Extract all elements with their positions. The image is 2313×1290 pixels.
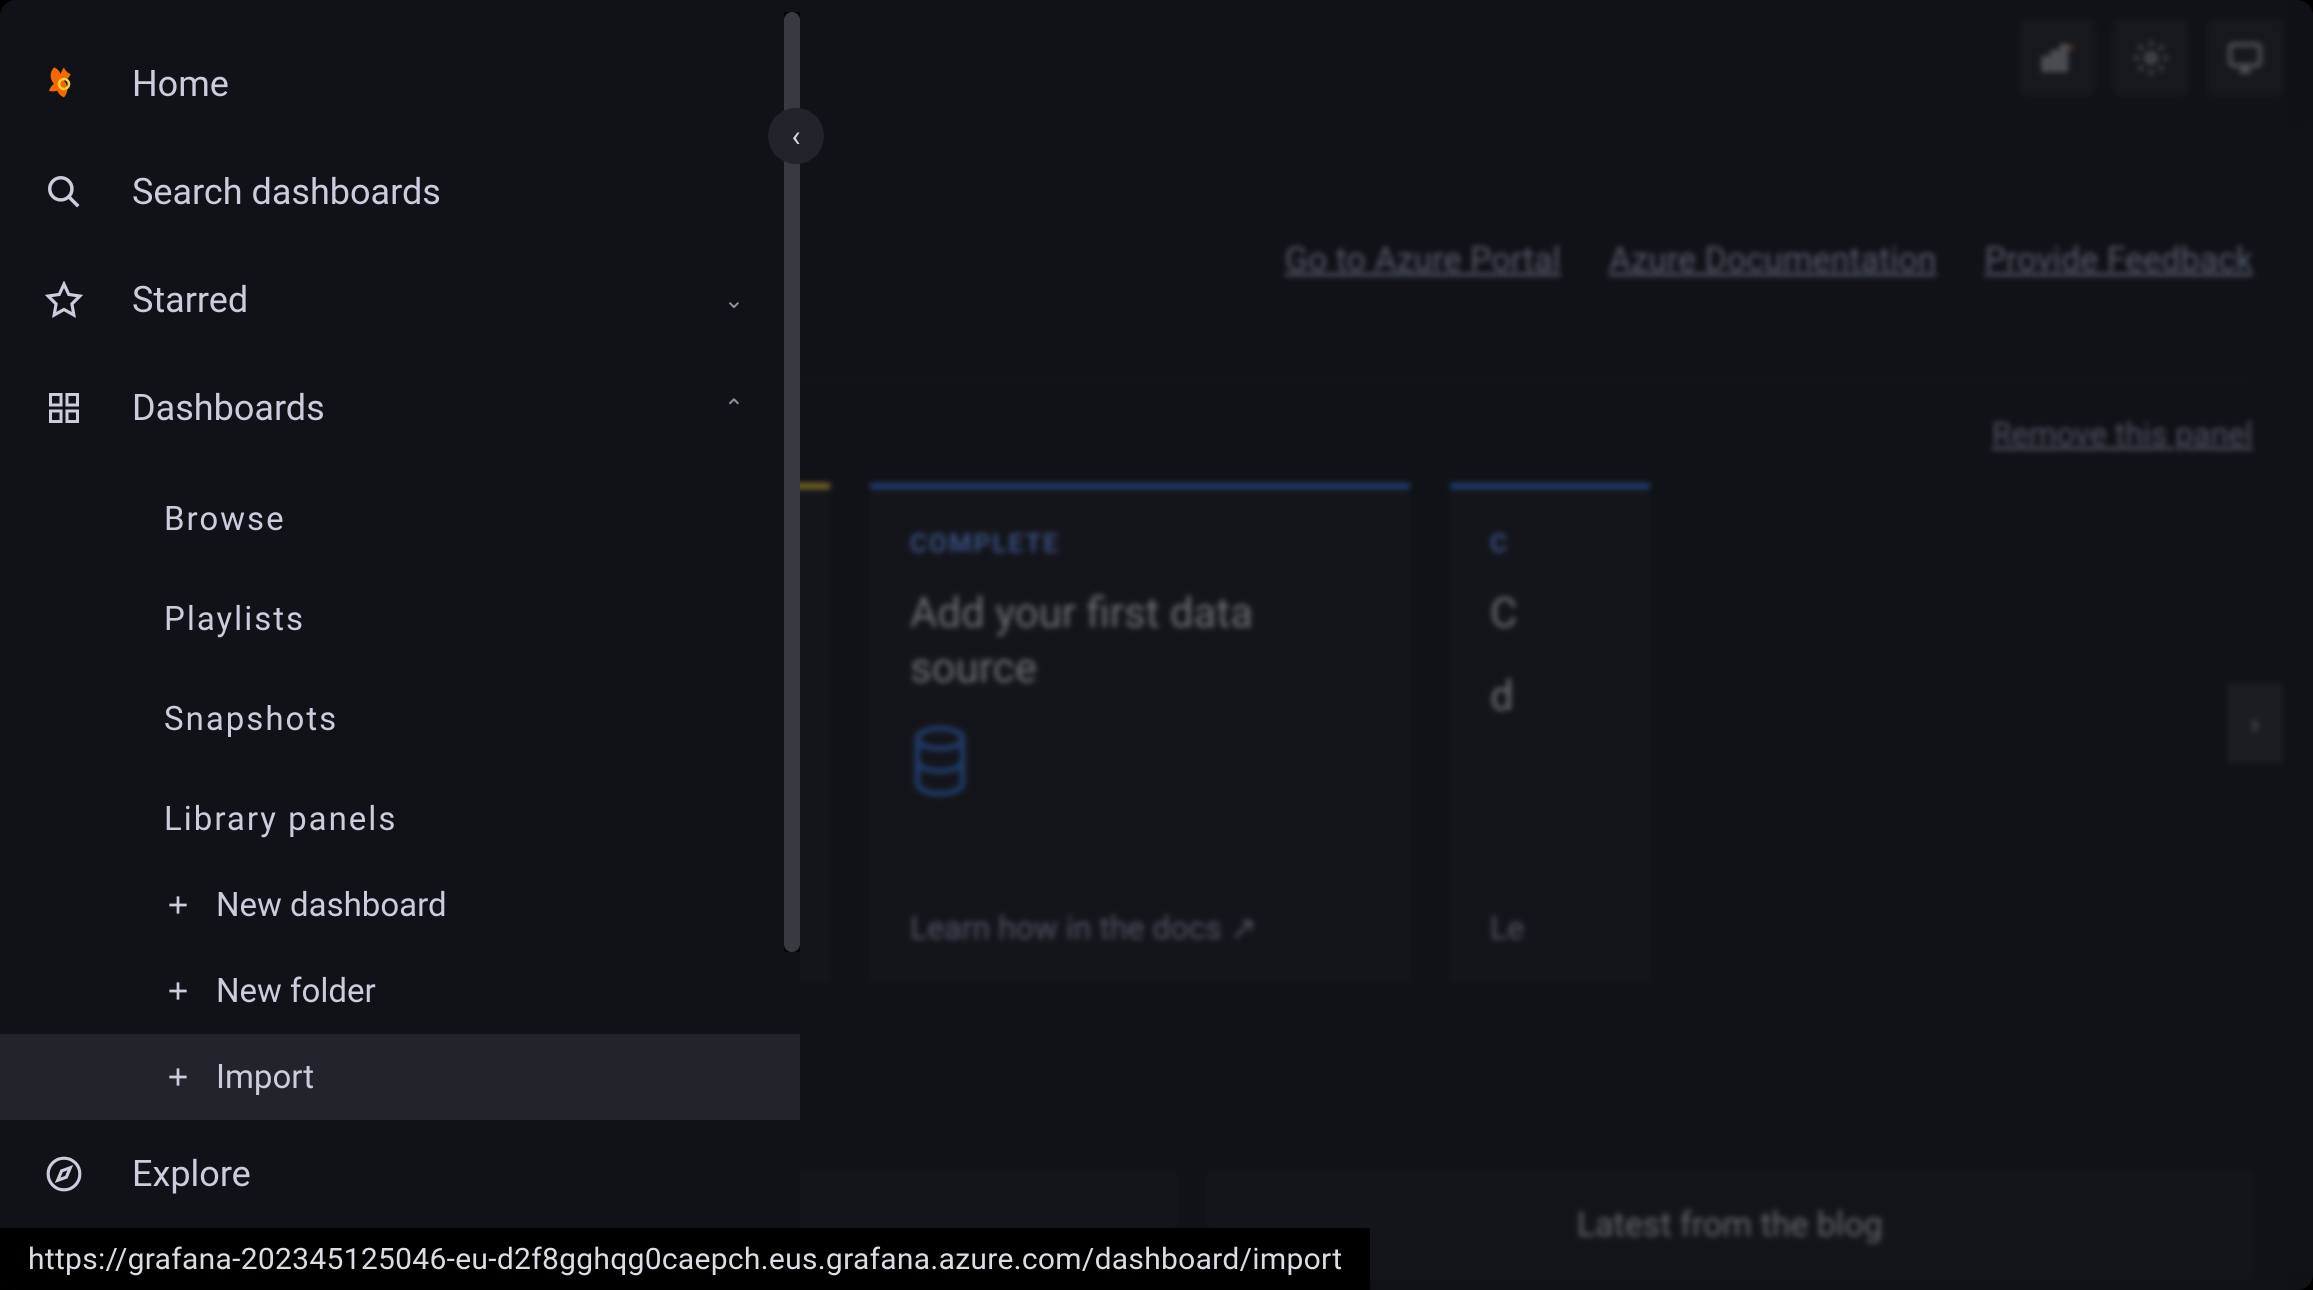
card-tag: C [1490, 529, 1610, 559]
toggle-panel-icon-button[interactable] [2019, 20, 2095, 96]
chevron-left-icon: ‹ [791, 119, 800, 154]
link-azure-docs[interactable]: Azure Documentation [1609, 240, 1937, 280]
dashboards-icon [44, 388, 84, 428]
nav-label: Explore [132, 1153, 251, 1195]
nav-label: Search dashboards [132, 171, 441, 213]
star-icon [44, 280, 84, 320]
grafana-logo-icon [44, 64, 84, 104]
nav-search-dashboards[interactable]: Search dashboards [0, 138, 800, 246]
nav-new-dashboard[interactable]: New dashboard [0, 862, 800, 948]
nav-label: Starred [132, 279, 248, 321]
learn-link[interactable]: Le [1490, 909, 1524, 947]
chevron-up-icon: ⌃ [724, 394, 744, 422]
link-feedback[interactable]: Provide Feedback [1985, 240, 2253, 280]
card-title-line2: d [1490, 670, 1610, 725]
plus-icon [164, 1063, 192, 1091]
nav-label: New dashboard [216, 886, 447, 925]
status-url: https://grafana-202345125046-eu-d2f8gghq… [28, 1242, 1342, 1277]
plus-icon [164, 891, 192, 919]
browser-status-bar: https://grafana-202345125046-eu-d2f8gghq… [0, 1228, 1370, 1290]
nav-label: New folder [216, 972, 376, 1011]
link-azure-portal[interactable]: Go to Azure Portal [1285, 240, 1561, 280]
card-tag: COMPLETE [910, 529, 1370, 559]
nav-import[interactable]: Import [0, 1034, 800, 1120]
data-source-card[interactable]: COMPLETE Add your first data source Lear… [870, 483, 1410, 983]
nav-snapshots[interactable]: Snapshots [0, 676, 800, 762]
nav-dashboards[interactable]: Dashboards ⌃ [0, 354, 800, 462]
nav-label: Library panels [164, 800, 397, 839]
carousel-next-button[interactable]: › [2227, 683, 2283, 763]
external-link-icon: ↗ [1230, 909, 1257, 947]
nav-label: Home [132, 63, 229, 105]
nav-label: Playlists [164, 600, 305, 639]
third-card-clipped[interactable]: C C d Le [1450, 483, 1650, 983]
compass-icon [44, 1154, 84, 1194]
chevron-right-icon: › [2251, 707, 2259, 740]
nav-label: Import [216, 1058, 314, 1097]
nav-starred[interactable]: Starred ⌄ [0, 246, 800, 354]
nav-label: Snapshots [164, 700, 338, 739]
nav-browse[interactable]: Browse [0, 476, 800, 562]
nav-library-panels[interactable]: Library panels [0, 776, 800, 862]
collapse-sidebar-button[interactable]: ‹ [768, 108, 824, 164]
database-icon [910, 726, 1370, 796]
learn-link[interactable]: Learn how in the docs ↗ [910, 909, 1257, 947]
blog-title: Latest from the blog [1577, 1205, 1883, 1245]
navigation-sidebar: ‹ Home Search dashboards Starre [0, 0, 800, 1290]
nav-label: Dashboards [132, 387, 325, 429]
settings-icon-button[interactable] [2113, 20, 2189, 96]
card-title: Add your first data source [910, 587, 1370, 696]
nav-label: Browse [164, 500, 286, 539]
search-icon [44, 172, 84, 212]
monitor-icon-button[interactable] [2207, 20, 2283, 96]
nav-home[interactable]: Home [0, 30, 800, 138]
nav-playlists[interactable]: Playlists [0, 576, 800, 662]
chevron-down-icon: ⌄ [724, 286, 744, 314]
card-title-line1: C [1490, 587, 1610, 642]
remove-panel-link[interactable]: Remove this panel [1992, 415, 2253, 453]
nav-explore[interactable]: Explore [0, 1120, 800, 1228]
nav-new-folder[interactable]: New folder [0, 948, 800, 1034]
plus-icon [164, 977, 192, 1005]
